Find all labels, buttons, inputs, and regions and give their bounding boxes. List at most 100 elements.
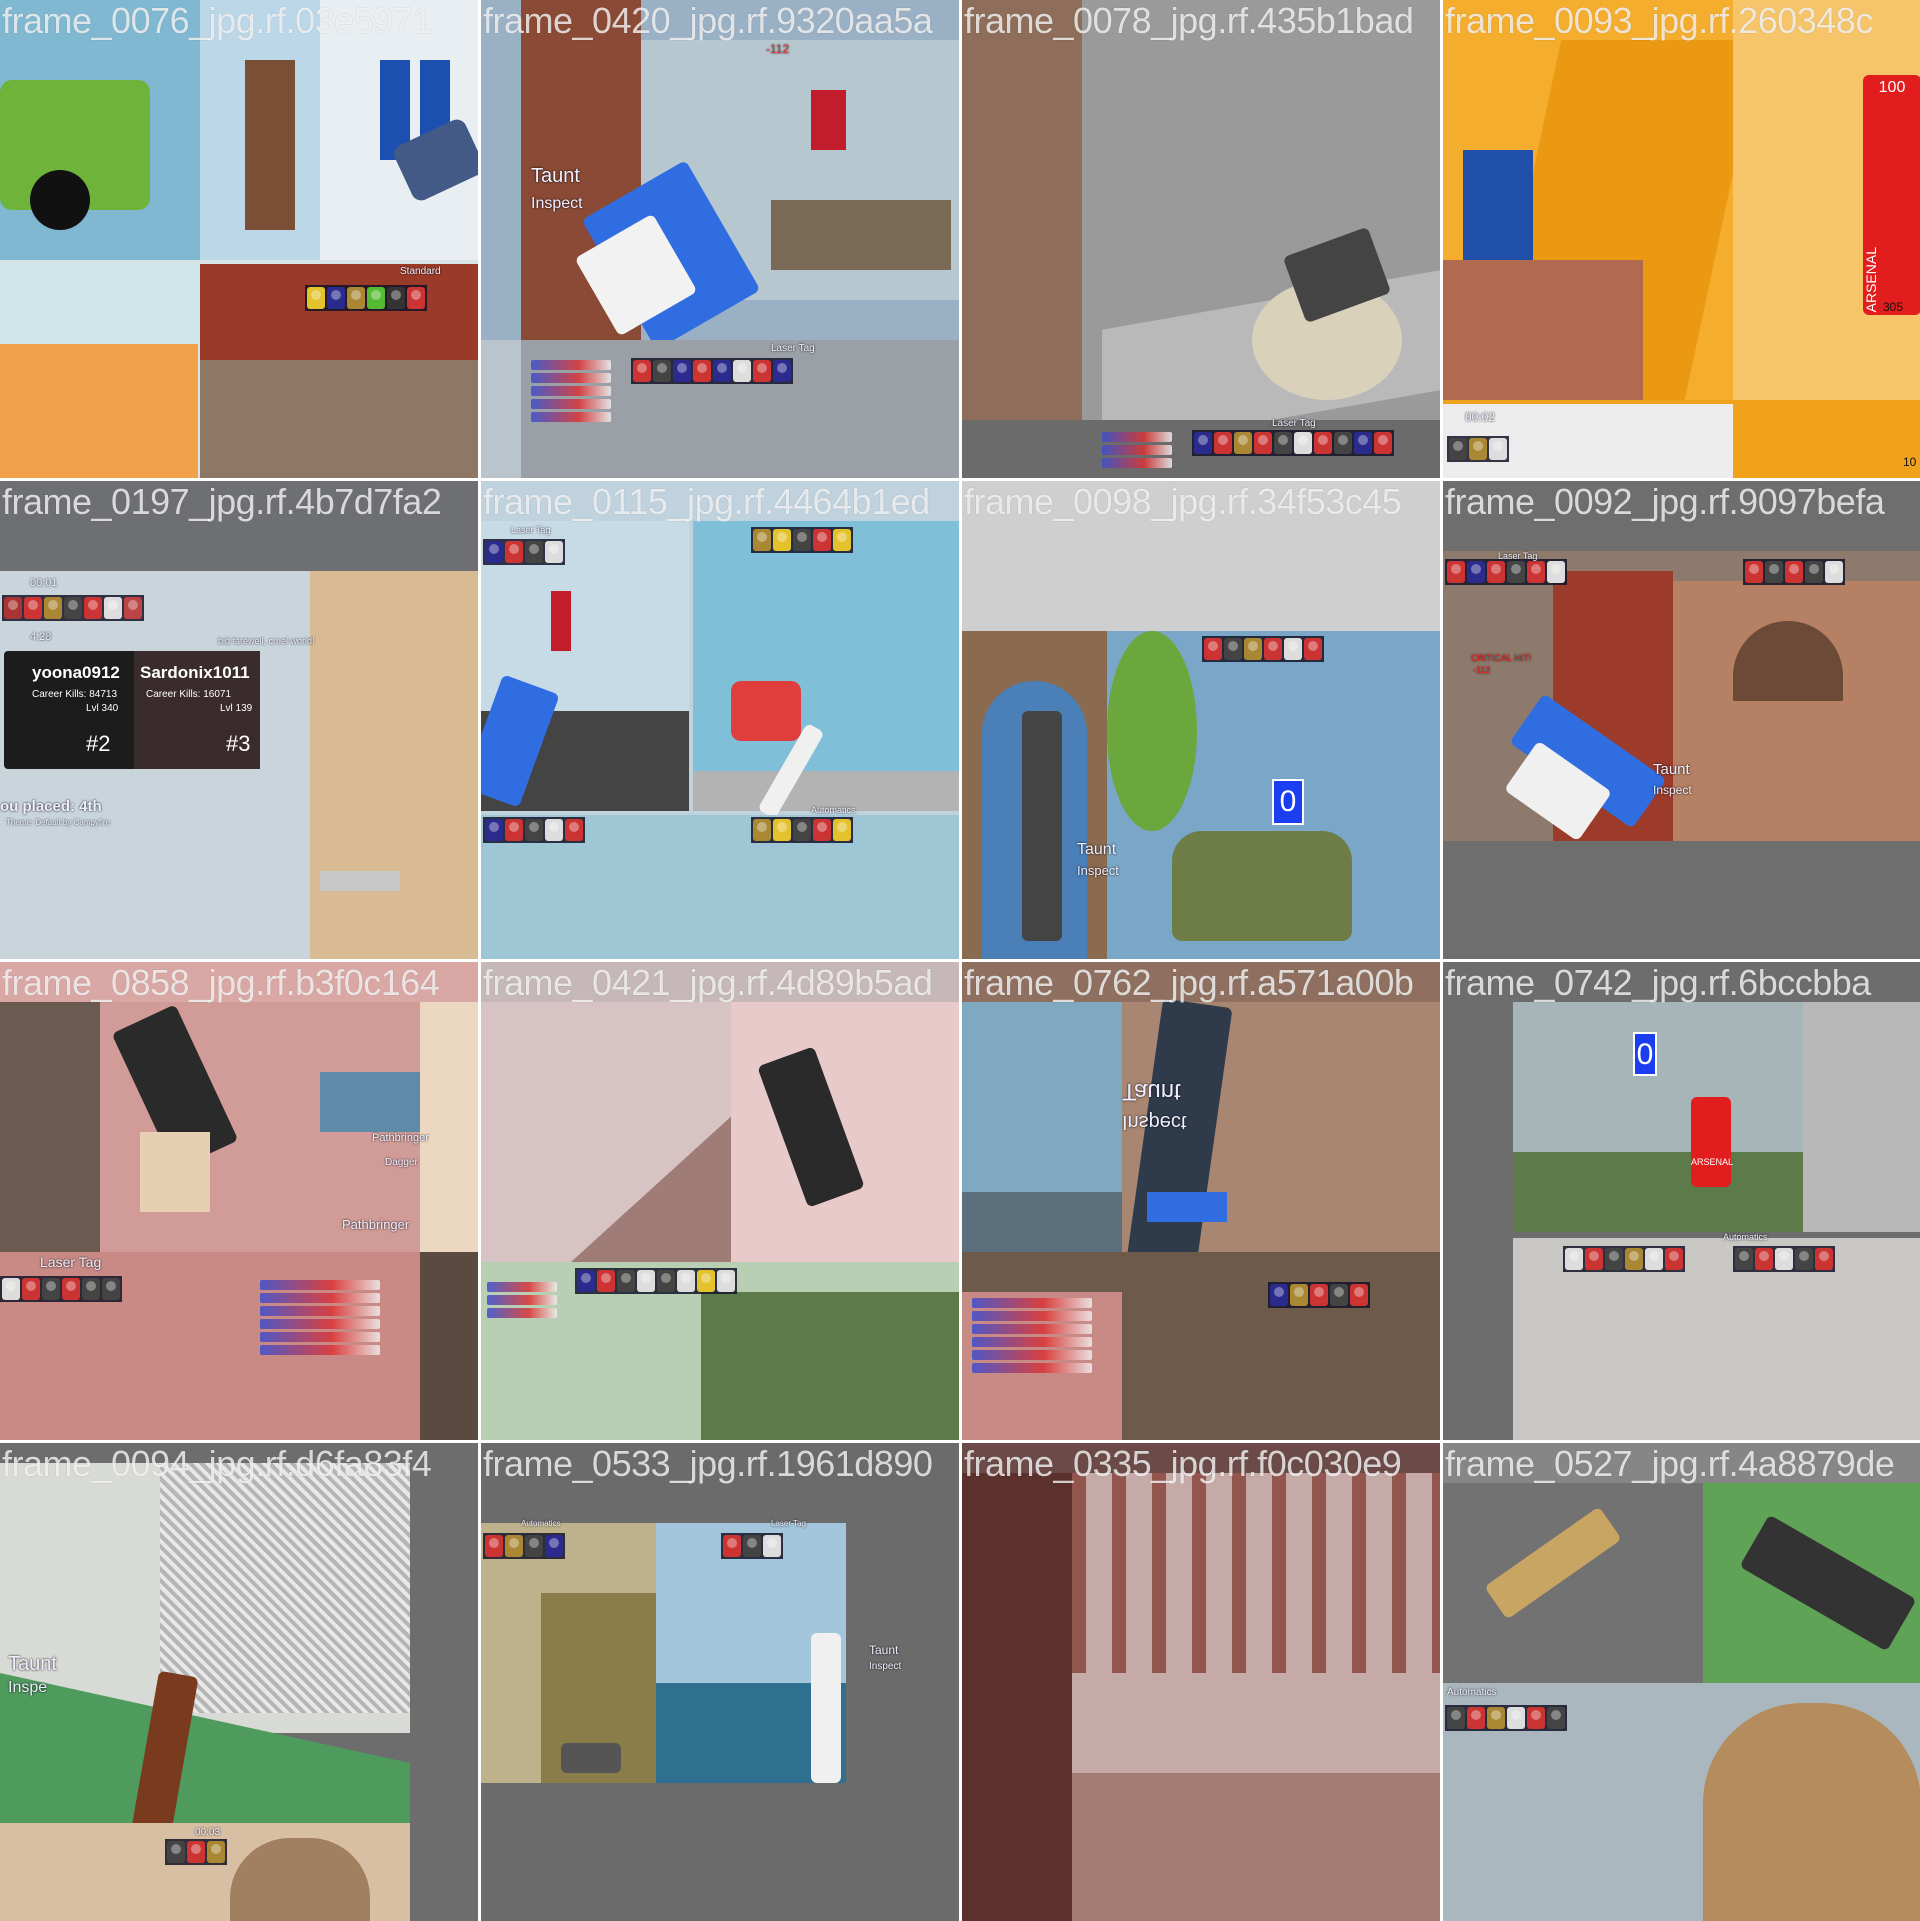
inspect-label: Inspect [869, 1661, 902, 1672]
kill-feed [1102, 432, 1172, 468]
kill-feed [260, 1280, 380, 1355]
kill-feed [487, 1282, 557, 1318]
round-timer: 00:03 [195, 1827, 221, 1838]
winner-kills-2: Career Kills: 84713 [32, 689, 118, 700]
scoreboard-avatars [1733, 1246, 1835, 1272]
winner-name-3: Sardonix1011 [140, 663, 250, 682]
scoreboard-avatars [165, 1839, 227, 1865]
tile-frame-0533[interactable]: Automatics Laser Tag Taunt Inspect frame… [481, 1443, 959, 1921]
scoreboard-avatars [721, 1533, 783, 1559]
winner-level-3: Lvl 139 [220, 703, 253, 714]
weapon-slot-3: Pathbringer [342, 1217, 410, 1232]
winner-rank-2: #2 [86, 731, 111, 756]
inspect-label: Inspect [1122, 1111, 1187, 1133]
frame-label: frame_0533_jpg.rf.1961d890 [483, 1443, 933, 1484]
tile-frame-0098[interactable]: 0 Taunt Inspect frame_0098_jpg.rf.34f53c… [962, 481, 1440, 959]
arsenal-card: 100 ARSENAL [1863, 75, 1920, 315]
frame-label: frame_0858_jpg.rf.b3f0c164 [2, 962, 440, 1003]
mode-label: Laser Tag [771, 343, 815, 354]
taunt-label: Taunt [8, 1653, 57, 1675]
frame-label: frame_0420_jpg.rf.9320aa5a [483, 0, 933, 41]
tile-frame-0421[interactable]: frame_0421_jpg.rf.4d89b5ad [481, 962, 959, 1440]
mode-label: Automatics [1723, 1232, 1768, 1242]
scoreboard-avatars [1445, 559, 1567, 585]
kill-count: 10 [1903, 455, 1917, 469]
taunt-label: Taunt [1077, 841, 1117, 858]
zero-badge: 0 [1633, 1032, 1657, 1076]
winner-name-2: yoona0912 [32, 663, 120, 682]
frame-label: frame_0335_jpg.rf.f0c030e9 [964, 1443, 1402, 1484]
taunt-label: Taunt [1122, 1078, 1181, 1105]
scoreboard-avatars [305, 285, 427, 311]
scoreboard-avatars [2, 595, 144, 621]
scoreboard-avatars [483, 1533, 565, 1559]
zero-badge: 0 [1272, 779, 1304, 825]
scoreboard-avatars [751, 817, 853, 843]
taunt-label: Taunt [531, 165, 580, 187]
tile-frame-0742[interactable]: 0 ARSENAL Automatics frame_0742_jpg.rf.6… [1443, 962, 1920, 1440]
mode-label: Standard [400, 266, 441, 277]
scoreboard-avatars [1268, 1282, 1370, 1308]
kill-feed [531, 360, 611, 422]
tile-frame-0078[interactable]: Laser Tag frame_0078_jpg.rf.435b1bad [962, 0, 1440, 478]
tile-frame-0858[interactable]: Pathbringer Dagger Pathbringer Laser Tag… [0, 962, 478, 1440]
frame-label: frame_0076_jpg.rf.03e5971 [2, 0, 432, 41]
scoreboard-avatars [483, 539, 565, 565]
scoreboard-avatars [483, 817, 585, 843]
scoreboard-avatars [1743, 559, 1845, 585]
scoreboard-avatars [751, 527, 853, 553]
tile-frame-0094[interactable]: Taunt Inspe 00:03 frame_0094_jpg.rf.d6fa… [0, 1443, 478, 1921]
weapon-slot-2: Dagger [385, 1157, 418, 1168]
tile-frame-0115[interactable]: Laser Tag Automatics frame_0115_jpg.rf.4… [481, 481, 959, 959]
score-bottom: 305 [1883, 300, 1904, 314]
tile-frame-0762[interactable]: Taunt Inspect frame_0762_jpg.rf.a571a00b [962, 962, 1440, 1440]
tile-frame-0197[interactable]: 00:01 4:28 bid farewell, cruel world! yo… [0, 481, 478, 959]
round-timer: 00:02 [1465, 410, 1496, 424]
mode-label-2: Automatics [811, 805, 856, 815]
match-clock: 4:28 [30, 631, 52, 643]
inspect-label: Inspect [1077, 863, 1119, 878]
taunt-label: Taunt [1653, 761, 1690, 778]
taunt-label: Taunt [869, 1643, 899, 1657]
score-top: 100 [1878, 79, 1906, 96]
frame-label: frame_0742_jpg.rf.6bccbba [1445, 962, 1871, 1003]
frame-label: frame_0078_jpg.rf.435b1bad [964, 0, 1414, 41]
inspect-label: Inspe [8, 1679, 48, 1696]
scoreboard-avatars [1202, 636, 1324, 662]
frame-label: frame_0762_jpg.rf.a571a00b [964, 962, 1414, 1003]
frame-label: frame_0421_jpg.rf.4d89b5ad [483, 962, 933, 1003]
critical-value: -112 [1473, 665, 1491, 675]
tile-frame-0335[interactable]: frame_0335_jpg.rf.f0c030e9 [962, 1443, 1440, 1921]
farewell-message: bid farewell, cruel world! [218, 636, 315, 646]
scoreboard-avatars [1445, 1705, 1567, 1731]
frame-label: frame_0094_jpg.rf.d6fa83f4 [2, 1443, 432, 1484]
winner-panel: yoona0912 Career Kills: 84713 Lvl 340 #2… [4, 651, 260, 769]
damage-number: -112 [766, 42, 790, 56]
round-timer: 00:01 [30, 577, 58, 589]
scoreboard-avatars [631, 358, 793, 384]
tile-frame-0093[interactable]: 100 ARSENAL 305 00:02 10 frame_0093_jpg.… [1443, 0, 1920, 478]
mode-label: Automatics [1447, 1687, 1497, 1698]
mode-label: Laser Tag [1272, 418, 1316, 429]
mode-label: Laser Tag [511, 525, 551, 535]
arsenal-title: ARSENAL [1691, 1157, 1734, 1167]
tile-frame-0076[interactable]: Standard frame_0076_jpg.rf.03e5971 [0, 0, 478, 478]
frame-label: frame_0093_jpg.rf.260348c [1445, 0, 1873, 41]
winner-level-2: Lvl 340 [86, 703, 119, 714]
scoreboard-avatars [0, 1276, 122, 1302]
arsenal-title: ARSENAL [1863, 247, 1879, 313]
inspect-label: Inspect [531, 195, 583, 212]
arsenal-card: ARSENAL [1691, 1097, 1734, 1187]
scoreboard-avatars [575, 1268, 737, 1294]
tile-frame-0527[interactable]: Automatics frame_0527_jpg.rf.4a8879de [1443, 1443, 1920, 1921]
frame-label: frame_0527_jpg.rf.4a8879de [1445, 1443, 1895, 1484]
tile-frame-0420[interactable]: Taunt Inspect -112 Laser Tag frame_0420_… [481, 0, 959, 478]
winner-kills-3: Career Kills: 16071 [146, 689, 232, 700]
weapon-slot-1: Pathbringer [372, 1132, 429, 1144]
scoreboard-avatars [1447, 436, 1509, 462]
theme-credit: Theme: Default by Campyfire [6, 818, 111, 827]
frame-label: frame_0092_jpg.rf.9097befa [1445, 481, 1885, 522]
tile-frame-0092[interactable]: Laser Tag CRITICAL HIT! -112 Taunt Inspe… [1443, 481, 1920, 959]
frame-grid: Standard frame_0076_jpg.rf.03e5971 Taunt… [0, 0, 1920, 1921]
frame-label: frame_0197_jpg.rf.4b7d7fa2 [2, 481, 442, 522]
